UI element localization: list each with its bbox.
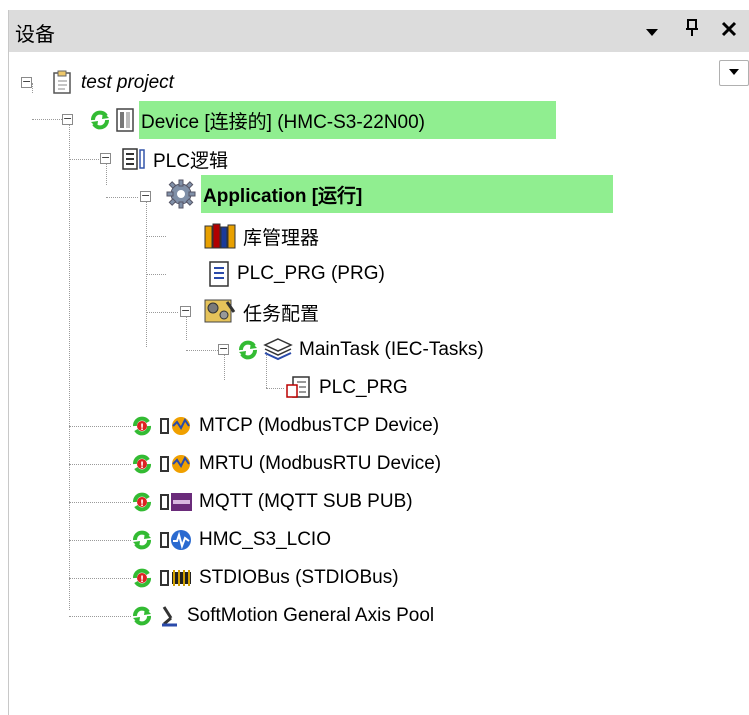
- plc-device-icon: [115, 107, 135, 133]
- axis-pool-icon: [159, 604, 181, 628]
- application-highlight: Application [运行]: [201, 175, 613, 213]
- tree-item-label: PLC逻辑: [153, 150, 228, 172]
- sync-running-icon: [131, 529, 155, 551]
- sync-error-icon: !: [131, 567, 155, 589]
- task-config-icon: [203, 298, 237, 326]
- gear-icon: [165, 178, 197, 210]
- device-highlight: Device [连接的] (HMC-S3-22N00): [139, 101, 556, 139]
- document-icon: [207, 260, 231, 288]
- panel-menu-button[interactable]: [639, 16, 665, 44]
- tree-item-stdiobus[interactable]: ! STDIOBus (STDIOBus): [131, 563, 401, 593]
- device-tree: − test project − Device [连接的] (HMC-S3-22…: [9, 52, 749, 715]
- tree-item-label: 任务配置: [243, 303, 320, 325]
- sync-running-icon: [237, 339, 259, 361]
- mqtt-device-icon: [159, 490, 193, 514]
- tree-item-label: Device [连接的] (HMC-S3-22N00): [141, 111, 425, 133]
- sync-running-icon: [131, 605, 155, 627]
- sync-error-icon: !: [131, 453, 155, 475]
- tree-item-hmc-lcio[interactable]: HMC_S3_LCIO: [131, 525, 333, 555]
- dropdown-arrow-icon: [646, 29, 658, 36]
- collapse-toggle-device[interactable]: −: [62, 113, 73, 125]
- tree-item-task-config[interactable]: 任务配置: [203, 297, 321, 327]
- tree-item-plc-prg[interactable]: PLC_PRG (PRG): [207, 259, 387, 289]
- tree-item-label: test project: [81, 72, 174, 93]
- project-document-icon: [51, 70, 75, 96]
- tree-item-label: MTCP (ModbusTCP Device): [199, 415, 440, 436]
- panel-title: 设备: [15, 22, 55, 46]
- tree-item-label: MRTU (ModbusRTU Device): [199, 453, 442, 474]
- collapse-toggle-maintask[interactable]: −: [218, 343, 229, 355]
- svg-text:!: !: [140, 575, 144, 585]
- tree-item-device[interactable]: Device [连接的] (HMC-S3-22N00): [89, 101, 556, 139]
- plc-logic-icon: [121, 147, 147, 171]
- close-icon: [721, 21, 737, 37]
- tree-item-label: STDIOBus (STDIOBus): [199, 567, 399, 588]
- pin-button[interactable]: [679, 16, 705, 44]
- svg-text:!: !: [140, 423, 144, 433]
- tree-item-application[interactable]: Application [运行]: [165, 175, 613, 213]
- collapse-toggle-task-config[interactable]: −: [180, 305, 191, 317]
- tree-item-label: Application [运行]: [203, 185, 363, 207]
- program-call-icon: [285, 375, 313, 401]
- tree-item-plc-prg-call[interactable]: PLC_PRG: [285, 373, 410, 403]
- tree-item-label: MainTask (IEC-Tasks): [299, 339, 484, 360]
- collapse-toggle-plc-logic[interactable]: −: [100, 152, 111, 164]
- modbus-device-icon: [159, 414, 193, 438]
- svg-text:!: !: [140, 461, 144, 471]
- tree-item-maintask[interactable]: MainTask (IEC-Tasks): [237, 335, 486, 365]
- close-button[interactable]: [716, 16, 742, 44]
- tree-item-plc-logic[interactable]: PLC逻辑: [121, 144, 230, 174]
- sync-error-icon: !: [131, 415, 155, 437]
- task-stack-icon: [263, 337, 293, 363]
- tree-item-mqtt[interactable]: ! MQTT (MQTT SUB PUB): [131, 487, 415, 517]
- collapse-toggle-project[interactable]: −: [21, 76, 32, 88]
- panel-titlebar: 设备: [9, 10, 749, 52]
- svg-text:!: !: [140, 499, 144, 509]
- tree-item-label: MQTT (MQTT SUB PUB): [199, 491, 413, 512]
- sync-error-icon: !: [131, 491, 155, 513]
- modbus-device-icon: [159, 452, 193, 476]
- tree-item-label: PLC_PRG: [319, 377, 408, 398]
- collapse-toggle-application[interactable]: −: [140, 190, 151, 202]
- tree-item-project[interactable]: test project: [51, 68, 176, 98]
- books-icon: [203, 222, 237, 250]
- tree-item-library-manager[interactable]: 库管理器: [203, 221, 321, 251]
- bus-device-icon: [159, 566, 193, 590]
- tree-item-label: SoftMotion General Axis Pool: [187, 605, 435, 626]
- pin-icon: [686, 19, 698, 36]
- tree-item-mrtu[interactable]: ! MRTU (ModbusRTU Device): [131, 449, 443, 479]
- tree-item-softmotion[interactable]: SoftMotion General Axis Pool: [131, 601, 436, 631]
- tree-item-label: PLC_PRG (PRG): [237, 263, 385, 284]
- tree-item-label: 库管理器: [243, 227, 320, 249]
- tree-item-mtcp[interactable]: ! MTCP (ModbusTCP Device): [131, 411, 441, 441]
- devices-panel: 设备 − test project − Device [连接的] (HMC-S3…: [8, 10, 749, 715]
- io-module-icon: [159, 528, 193, 552]
- sync-running-icon: [89, 109, 111, 131]
- tree-item-label: HMC_S3_LCIO: [199, 529, 331, 550]
